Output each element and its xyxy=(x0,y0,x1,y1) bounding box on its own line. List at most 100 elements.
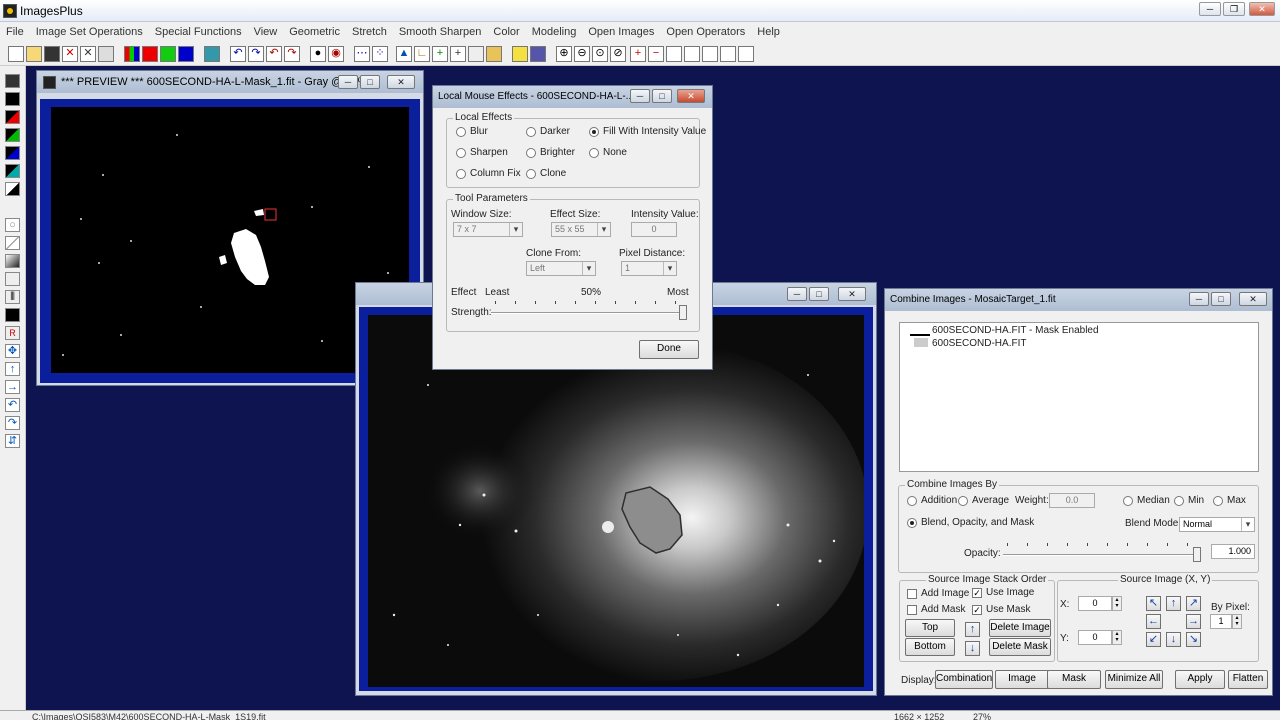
point-icon[interactable]: ● xyxy=(310,46,326,62)
radio-brighter[interactable] xyxy=(526,148,536,158)
nudge-up-right-icon[interactable]: ↗ xyxy=(1186,596,1201,611)
nudge-up-icon[interactable]: ↑ xyxy=(1166,596,1181,611)
app-restore-button[interactable]: ❐ xyxy=(1223,2,1245,16)
save-icon[interactable] xyxy=(44,46,60,62)
combine-minimize-button[interactable]: ─ xyxy=(1189,292,1209,306)
y-spinner[interactable]: ▴ ▾ xyxy=(1112,630,1122,645)
menu-open-images[interactable]: Open Images xyxy=(582,26,660,38)
new-file-icon[interactable] xyxy=(8,46,24,62)
bottom-button[interactable]: Bottom xyxy=(905,638,955,656)
crosshair-icon[interactable]: + xyxy=(450,46,466,62)
pencil-icon[interactable] xyxy=(512,46,528,62)
use-image-checkbox[interactable]: ✓ xyxy=(972,588,982,598)
radio-darker[interactable] xyxy=(526,127,536,137)
opacity-field[interactable]: 1.000 xyxy=(1211,544,1255,559)
nudge-down-left-icon[interactable]: ↙ xyxy=(1146,632,1161,647)
flip-icon[interactable]: ⇵ xyxy=(5,434,20,448)
done-button[interactable]: Done xyxy=(639,340,699,359)
select-rect-icon[interactable] xyxy=(5,272,20,286)
menu-image-set-operations[interactable]: Image Set Operations xyxy=(30,26,149,38)
combine-close-button[interactable]: ✕ xyxy=(1239,292,1267,306)
menu-help[interactable]: Help xyxy=(751,26,786,38)
menu-open-operators[interactable]: Open Operators xyxy=(660,26,751,38)
gradient-icon[interactable] xyxy=(5,254,20,268)
minimize-all-button[interactable]: Minimize All xyxy=(1105,670,1163,689)
square-tool-5-icon[interactable] xyxy=(738,46,754,62)
radio-blur[interactable] xyxy=(456,127,466,137)
square-tool-4-icon[interactable] xyxy=(720,46,736,62)
tree-item-base[interactable]: 600SECOND-HA.FIT xyxy=(932,338,1026,349)
move-up-arrow-icon[interactable]: ↑ xyxy=(965,622,980,637)
menu-smooth-sharpen[interactable]: Smooth Sharpen xyxy=(393,26,488,38)
flatten-button[interactable]: Flatten xyxy=(1228,670,1268,689)
undo-icon[interactable]: ↶ xyxy=(230,46,246,62)
square-tool-1-icon[interactable] xyxy=(666,46,682,62)
undo-all-icon[interactable]: ↶ xyxy=(266,46,282,62)
radio-min[interactable] xyxy=(1174,496,1184,506)
close-all-icon[interactable]: ✕ xyxy=(80,46,96,62)
strength-thumb[interactable] xyxy=(679,305,687,320)
redo-icon[interactable]: ↷ xyxy=(248,46,264,62)
green-channel-icon[interactable] xyxy=(160,46,176,62)
by-pixel-field[interactable]: 1 xyxy=(1210,614,1232,629)
mask-swatch-icon[interactable] xyxy=(5,182,20,196)
image-button[interactable]: Image xyxy=(995,670,1049,689)
radio-clone[interactable] xyxy=(526,169,536,179)
delete-image-button[interactable]: Delete Image xyxy=(989,619,1051,637)
mask-button[interactable]: Mask xyxy=(1047,670,1101,689)
nudge-left-icon[interactable]: ← xyxy=(1146,614,1161,629)
menu-geometric[interactable]: Geometric xyxy=(283,26,346,38)
combine-images-dialog[interactable]: Combine Images - MosaicTarget_1.fit ─ □ … xyxy=(884,288,1273,696)
app-minimize-button[interactable]: ─ xyxy=(1199,2,1221,16)
window-size-select[interactable]: 7 x 7 xyxy=(453,222,523,237)
opacity-thumb[interactable] xyxy=(1193,547,1201,562)
radio-sharpen[interactable] xyxy=(456,148,466,158)
zoom-fit-icon[interactable]: ⊙ xyxy=(592,46,608,62)
clone-from-select[interactable]: Left xyxy=(526,261,596,276)
menu-file[interactable]: File xyxy=(0,26,30,38)
grid-icon[interactable] xyxy=(530,46,546,62)
dots-icon[interactable]: ⋯ xyxy=(354,46,370,62)
strength-slider[interactable] xyxy=(491,299,687,320)
move-down-arrow-icon[interactable]: ↓ xyxy=(965,641,980,656)
black-swatch-icon[interactable] xyxy=(5,92,20,106)
nudge-down-right-icon[interactable]: ↘ xyxy=(1186,632,1201,647)
rgb-channels-icon[interactable] xyxy=(124,46,140,62)
edit-image-icon[interactable] xyxy=(486,46,502,62)
menu-color[interactable]: Color xyxy=(487,26,525,38)
x-spinner[interactable]: ▴ ▾ xyxy=(1112,596,1122,611)
box-select-icon[interactable] xyxy=(468,46,484,62)
open-folder-icon[interactable] xyxy=(26,46,42,62)
radio-max[interactable] xyxy=(1213,496,1223,506)
nudge-right-icon[interactable]: → xyxy=(1186,614,1201,629)
lasso-icon[interactable]: ○ xyxy=(5,218,20,232)
red-channel-icon[interactable] xyxy=(142,46,158,62)
main-minimize-button[interactable]: ─ xyxy=(787,287,807,301)
redo-all-icon[interactable]: ↷ xyxy=(284,46,300,62)
corner-icon[interactable]: ∟ xyxy=(414,46,430,62)
radio-median[interactable] xyxy=(1123,496,1133,506)
add-mask-checkbox[interactable] xyxy=(907,605,917,615)
arrow-up-icon[interactable]: ↑ xyxy=(5,362,20,376)
preview-maximize-button[interactable]: □ xyxy=(360,75,380,89)
blend-mode-select[interactable]: Normal xyxy=(1179,517,1255,532)
menu-view[interactable]: View xyxy=(248,26,284,38)
print-icon[interactable] xyxy=(98,46,114,62)
target-icon[interactable]: ◉ xyxy=(328,46,344,62)
plus-icon[interactable]: + xyxy=(432,46,448,62)
main-close-button[interactable]: ✕ xyxy=(838,287,866,301)
main-maximize-button[interactable]: □ xyxy=(809,287,829,301)
zoom-actual-icon[interactable]: ⊘ xyxy=(610,46,626,62)
add-box-icon[interactable]: + xyxy=(630,46,646,62)
green-swatch-icon[interactable] xyxy=(5,128,20,142)
blue-swatch-icon[interactable] xyxy=(5,146,20,160)
nudge-down-icon[interactable]: ↓ xyxy=(1166,632,1181,647)
image-stack-tree[interactable]: 600SECOND-HA.FIT - Mask Enabled 600SECON… xyxy=(899,322,1259,472)
opacity-slider[interactable] xyxy=(1003,541,1201,562)
remove-box-icon[interactable]: − xyxy=(648,46,664,62)
menu-stretch[interactable]: Stretch xyxy=(346,26,393,38)
grid-view-icon[interactable] xyxy=(204,46,220,62)
pixel-distance-select[interactable]: 1 xyxy=(621,261,677,276)
zoom-out-icon[interactable]: ⊖ xyxy=(574,46,590,62)
nudge-up-left-icon[interactable]: ↖ xyxy=(1146,596,1161,611)
